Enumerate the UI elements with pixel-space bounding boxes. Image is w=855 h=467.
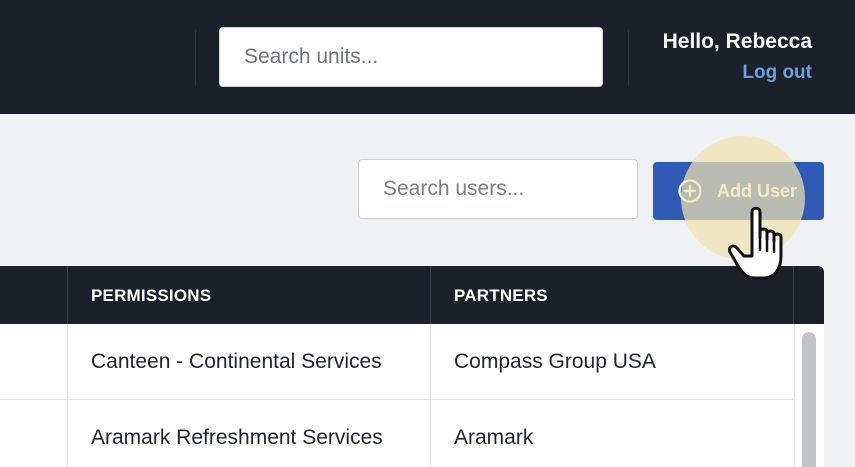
hand-pointer-icon (728, 206, 783, 280)
column-header-permissions[interactable]: PERMISSIONS (91, 266, 211, 324)
users-table-body: Canteen - Continental Services Compass G… (0, 324, 793, 467)
add-user-label: Add User (717, 180, 798, 201)
cell-partners: Compass Group USA (454, 350, 656, 373)
cell-permissions: Canteen - Continental Services (91, 350, 382, 373)
plus-circle-icon (678, 179, 702, 203)
logout-link[interactable]: Log out (742, 62, 812, 84)
scrollbar-thumb[interactable] (802, 332, 816, 467)
user-search-input[interactable] (358, 159, 638, 219)
cell-partners: Aramark (454, 426, 534, 449)
header-divider (195, 30, 196, 86)
column-divider (430, 324, 431, 467)
user-greeting: Hello, Rebecca (662, 30, 812, 53)
column-divider (67, 266, 68, 324)
table-header: PERMISSIONS PARTNERS (0, 266, 824, 324)
header-divider (628, 30, 629, 86)
unit-search-input[interactable] (219, 27, 603, 87)
column-divider (67, 324, 68, 467)
table-row[interactable]: Aramark Refreshment Services Aramark (0, 400, 793, 467)
column-divider (430, 266, 431, 324)
top-bar: Hello, Rebecca Log out (0, 0, 855, 114)
table-row[interactable]: Canteen - Continental Services Compass G… (0, 324, 793, 400)
cell-permissions: Aramark Refreshment Services (91, 426, 383, 449)
column-header-partners[interactable]: PARTNERS (454, 266, 548, 324)
